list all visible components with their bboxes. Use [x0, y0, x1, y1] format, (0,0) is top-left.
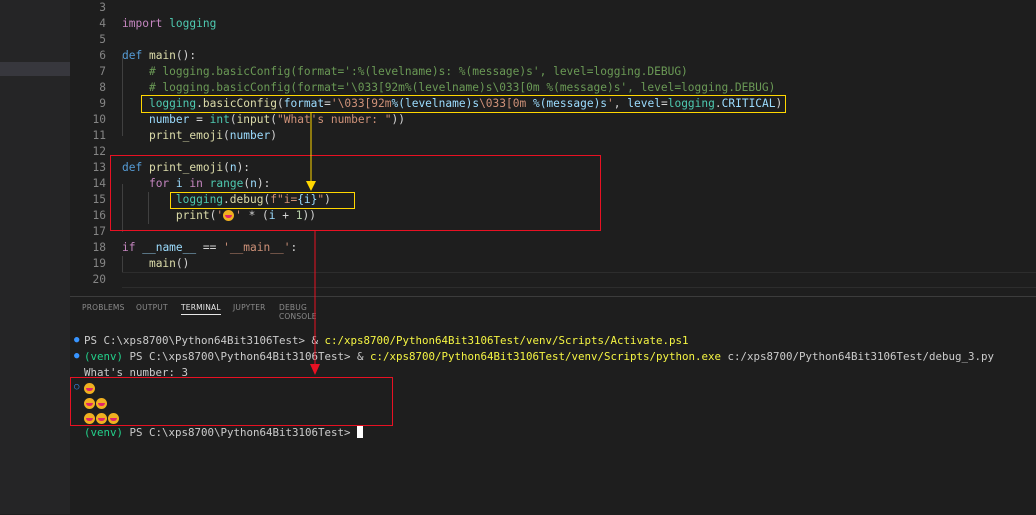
yellow-arrow [306, 113, 320, 375]
